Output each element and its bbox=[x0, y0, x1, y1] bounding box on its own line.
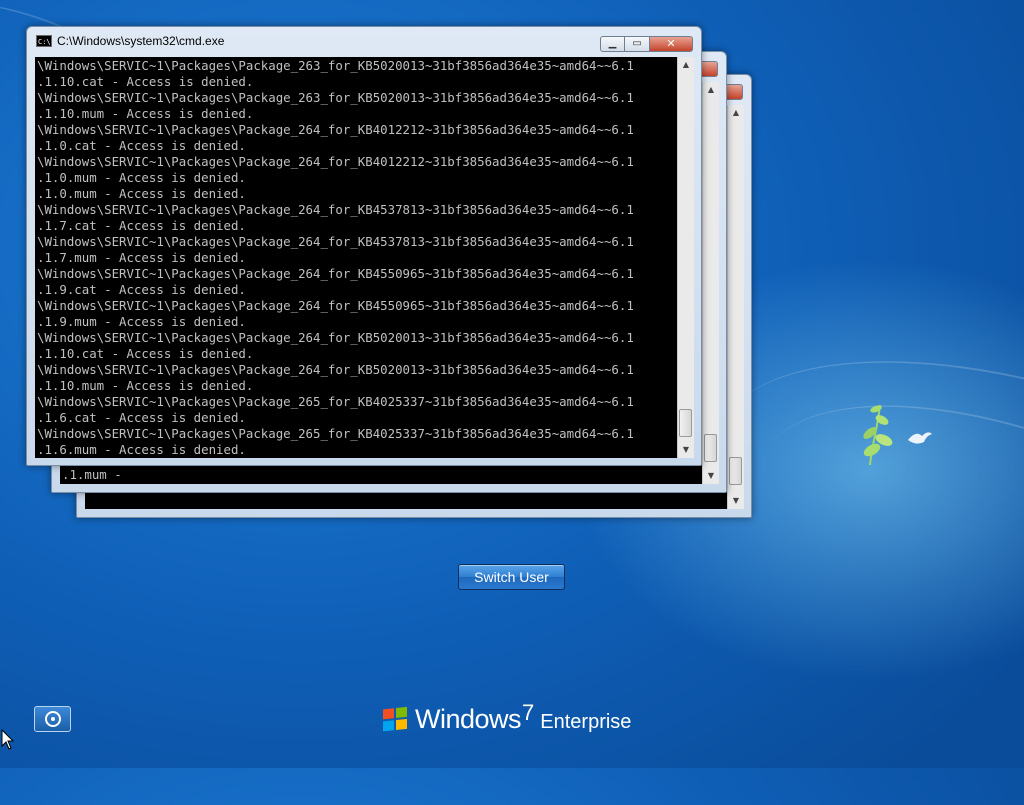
console-line: \Windows\SERVIC~1\Packages\Package_264_f… bbox=[37, 298, 634, 313]
console-line: .1.10.cat - Access is denied. bbox=[37, 74, 254, 89]
console-output[interactable]: \Windows\SERVIC~1\Packages\Package_263_f… bbox=[35, 57, 677, 458]
maximize-button[interactable]: ▭ bbox=[625, 36, 650, 52]
console-line: .1.9.mum - Access is denied. bbox=[37, 314, 246, 329]
console-line: \Windows\SERVIC~1\Packages\Package_264_f… bbox=[37, 122, 634, 137]
vertical-scrollbar[interactable]: ▲ ▼ bbox=[702, 82, 719, 484]
ease-of-access-button[interactable] bbox=[34, 706, 71, 732]
console-line: .1.10.mum - Access is denied. bbox=[37, 106, 254, 121]
ease-of-access-icon bbox=[44, 711, 61, 727]
windows-flag-icon bbox=[383, 706, 409, 734]
scroll-thumb[interactable] bbox=[704, 434, 717, 462]
brand-version: 7 bbox=[522, 700, 535, 725]
console-line: \Windows\SERVIC~1\Packages\Package_263_f… bbox=[37, 58, 634, 73]
scroll-down-icon[interactable]: ▼ bbox=[728, 493, 744, 509]
wallpaper-plant-bird bbox=[863, 404, 932, 466]
scroll-up-icon[interactable]: ▲ bbox=[678, 57, 694, 73]
console-line: \Windows\SERVIC~1\Packages\Package_265_f… bbox=[37, 394, 634, 409]
console-line: .1.9.cat - Access is denied. bbox=[37, 282, 246, 297]
console-line: \Windows\SERVIC~1\Packages\Package_264_f… bbox=[37, 266, 634, 281]
console-line: \Windows\SERVIC~1\Packages\Package_264_f… bbox=[37, 202, 634, 217]
scroll-up-icon[interactable]: ▲ bbox=[703, 82, 719, 98]
console-line: .1.0.cat - Access is denied. bbox=[37, 138, 246, 153]
console-line: \Windows\SERVIC~1\Packages\Package_265_f… bbox=[37, 426, 634, 441]
console-line: .1.7.cat - Access is denied. bbox=[37, 218, 246, 233]
windows-branding: Windows 7 Enterprise bbox=[383, 700, 632, 735]
scroll-down-icon[interactable]: ▼ bbox=[703, 468, 719, 484]
window-title: C:\Windows\system32\cmd.exe bbox=[57, 34, 225, 48]
close-button[interactable]: ✕ bbox=[650, 36, 693, 52]
brand-name: Windows bbox=[415, 704, 522, 734]
cmd-window: C:\ C:\Windows\system32\cmd.exe ▁ ▭ ✕ \W… bbox=[26, 26, 702, 466]
brand-edition: Enterprise bbox=[540, 711, 632, 733]
vertical-scrollbar[interactable]: ▲ ▼ bbox=[727, 105, 744, 509]
minimize-button[interactable]: ▁ bbox=[600, 36, 625, 52]
console-line: .1.0.mum - Access is denied. bbox=[37, 186, 246, 201]
console-line: .1.10.cat - Access is denied. bbox=[37, 346, 254, 361]
console-line: .1.10.mum - Access is denied. bbox=[37, 378, 254, 393]
scroll-thumb[interactable] bbox=[729, 457, 742, 485]
console-line: .1.mum - bbox=[62, 467, 122, 482]
scroll-thumb[interactable] bbox=[679, 409, 692, 437]
console-line: \Windows\SERVIC~1\Packages\Package_263_f… bbox=[37, 90, 634, 105]
console-line: .1.0.mum - Access is denied. bbox=[37, 170, 246, 185]
scroll-up-icon[interactable]: ▲ bbox=[728, 105, 744, 121]
mouse-cursor-icon bbox=[1, 729, 15, 750]
vertical-scrollbar[interactable]: ▲ ▼ bbox=[677, 57, 694, 458]
switch-user-button[interactable]: Switch User bbox=[458, 564, 565, 590]
console-line: \Windows\SERVIC~1\Packages\Package_264_f… bbox=[37, 234, 634, 249]
console-line: \Windows\SERVIC~1\Packages\Package_264_f… bbox=[37, 362, 634, 377]
console-line: .1.7.mum - Access is denied. bbox=[37, 250, 246, 265]
console-line: .1.6.mum - Access is denied. bbox=[37, 442, 246, 457]
console-line: .1.6.cat - Access is denied. bbox=[37, 410, 246, 425]
console-line: \Windows\SERVIC~1\Packages\Package_264_f… bbox=[37, 330, 634, 345]
title-bar[interactable]: C:\ C:\Windows\system32\cmd.exe ▁ ▭ ✕ bbox=[27, 27, 701, 55]
scroll-down-icon[interactable]: ▼ bbox=[678, 442, 694, 458]
console-lines: \Windows\SERVIC~1\Packages\Package_263_f… bbox=[35, 57, 677, 458]
cmd-icon[interactable]: C:\ bbox=[36, 35, 52, 47]
console-line: \Windows\SERVIC~1\Packages\Package_264_f… bbox=[37, 154, 634, 169]
